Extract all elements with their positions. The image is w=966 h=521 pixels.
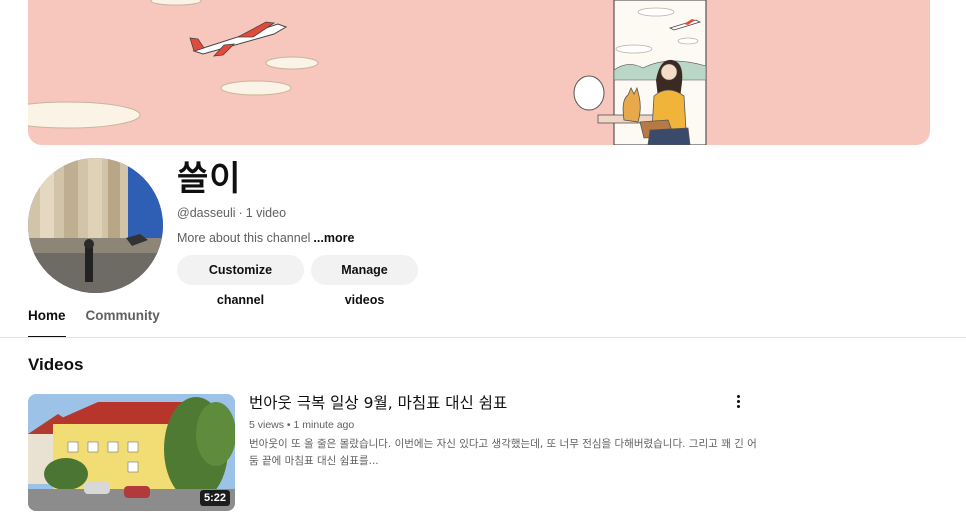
about-more-link[interactable]: ...more [313,231,354,245]
kebab-dot [736,400,740,403]
video-duration: 5:22 [199,490,230,506]
tabs-divider [0,337,966,338]
channel-name: 쓸이 [177,159,242,199]
customize-channel-button[interactable]: Customize channel [177,255,304,307]
channel-banner [28,0,930,145]
video-views: 5 views [249,419,285,431]
more-options-icon[interactable] [728,393,748,413]
channel-about[interactable]: More about this channel ...more [177,230,354,246]
meta-separator: · [238,206,243,220]
kebab-dot [736,405,740,408]
video-meta: 5 views • 1 minute ago [249,418,354,432]
tab-home[interactable]: Home [28,300,66,338]
banner-illustration [28,0,930,145]
channel-handle: @dasseuli [177,206,236,220]
about-text: More about this channel [177,231,311,245]
channel-avatar[interactable] [28,158,163,293]
video-age: 1 minute ago [293,419,355,431]
videos-section-title: Videos [28,355,84,374]
meta-dot: • [284,419,294,431]
avatar-image [28,158,163,293]
video-count: 1 video [245,206,287,220]
kebab-dot [736,395,740,398]
channel-meta: @dasseuli · 1 video [177,205,286,221]
video-description: 번아웃이 또 올 줄은 몰랐습니다. 이번에는 자신 있다고 생각했는데, 또 … [249,438,757,467]
manage-videos-button[interactable]: Manage videos [311,255,418,307]
tab-community[interactable]: Community [86,300,160,336]
channel-tabs: Home Community [28,300,180,338]
video-thumbnail[interactable]: 5:22 [28,394,235,511]
video-title[interactable]: 번아웃 극복 일상 9월, 마침표 대신 쉼표 [249,393,507,413]
